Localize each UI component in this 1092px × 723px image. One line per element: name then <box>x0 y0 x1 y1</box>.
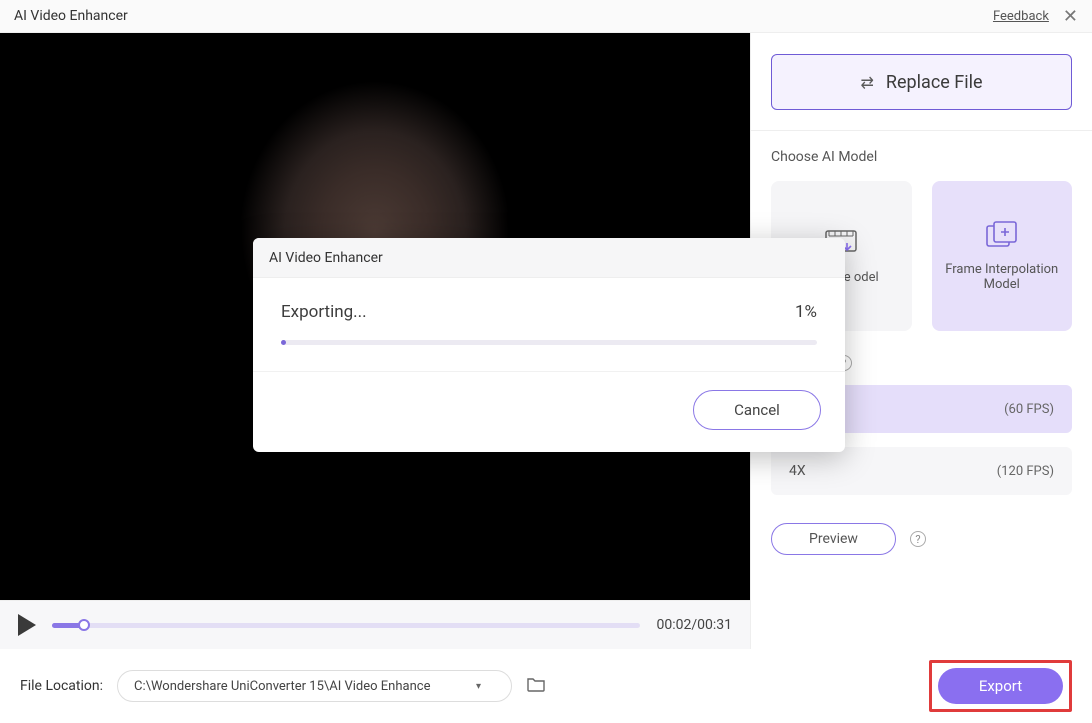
app-title: AI Video Enhancer <box>14 8 128 24</box>
replace-file-label: Replace File <box>886 72 983 93</box>
model-frame-label: Frame Interpolation Model <box>940 262 1065 292</box>
footer-left: File Location: C:\Wondershare UniConvert… <box>20 670 546 702</box>
swap-icon: ⇄ <box>861 73 874 92</box>
fps-option-120[interactable]: 4X (120 FPS) <box>771 447 1072 495</box>
status-row: Exporting... 1% <box>281 302 817 322</box>
time-label: 00:02/00:31 <box>656 617 732 633</box>
progress-fill <box>281 340 286 345</box>
file-location-label: File Location: <box>20 678 103 694</box>
preview-row: Preview ? <box>771 523 1072 555</box>
export-button[interactable]: Export <box>938 668 1063 704</box>
export-percent: 1% <box>795 302 817 322</box>
help-icon[interactable]: ? <box>910 531 926 547</box>
close-icon[interactable]: ✕ <box>1063 6 1078 27</box>
export-status-text: Exporting... <box>281 302 367 322</box>
seek-thumb[interactable] <box>78 619 90 631</box>
cancel-button[interactable]: Cancel <box>693 390 821 430</box>
chevron-down-icon: ▾ <box>476 681 481 692</box>
folder-icon[interactable] <box>526 675 546 697</box>
file-location-value: C:\Wondershare UniConverter 15\AI Video … <box>134 679 430 694</box>
feedback-link[interactable]: Feedback <box>993 9 1049 24</box>
playbar: 00:02/00:31 <box>0 600 750 649</box>
play-icon[interactable] <box>18 614 36 636</box>
choose-model-label: Choose AI Model <box>771 149 1072 165</box>
file-location-select[interactable]: C:\Wondershare UniConverter 15\AI Video … <box>117 670 512 702</box>
dialog-title: AI Video Enhancer <box>253 238 845 278</box>
titlebar: AI Video Enhancer Feedback ✕ <box>0 0 1092 33</box>
export-highlight: Export <box>929 660 1072 712</box>
divider <box>751 130 1092 131</box>
replace-file-button[interactable]: ⇄ Replace File <box>771 54 1072 110</box>
fps-60-label: (60 FPS) <box>1004 402 1054 417</box>
fps-120-label: (120 FPS) <box>997 464 1054 479</box>
export-dialog: AI Video Enhancer Exporting... 1% Cancel <box>253 238 845 452</box>
fps-120-mult: 4X <box>789 463 806 479</box>
model-card-frame-interpolation[interactable]: Frame Interpolation Model <box>932 181 1073 331</box>
dialog-body: Exporting... 1% <box>253 278 845 357</box>
dialog-footer: Cancel <box>253 371 845 452</box>
seek-slider[interactable] <box>52 623 640 628</box>
progress-bar <box>281 340 817 345</box>
footer: File Location: C:\Wondershare UniConvert… <box>0 649 1092 723</box>
titlebar-right: Feedback ✕ <box>993 6 1078 27</box>
preview-button[interactable]: Preview <box>771 523 896 555</box>
frame-interpolation-icon <box>984 220 1020 248</box>
